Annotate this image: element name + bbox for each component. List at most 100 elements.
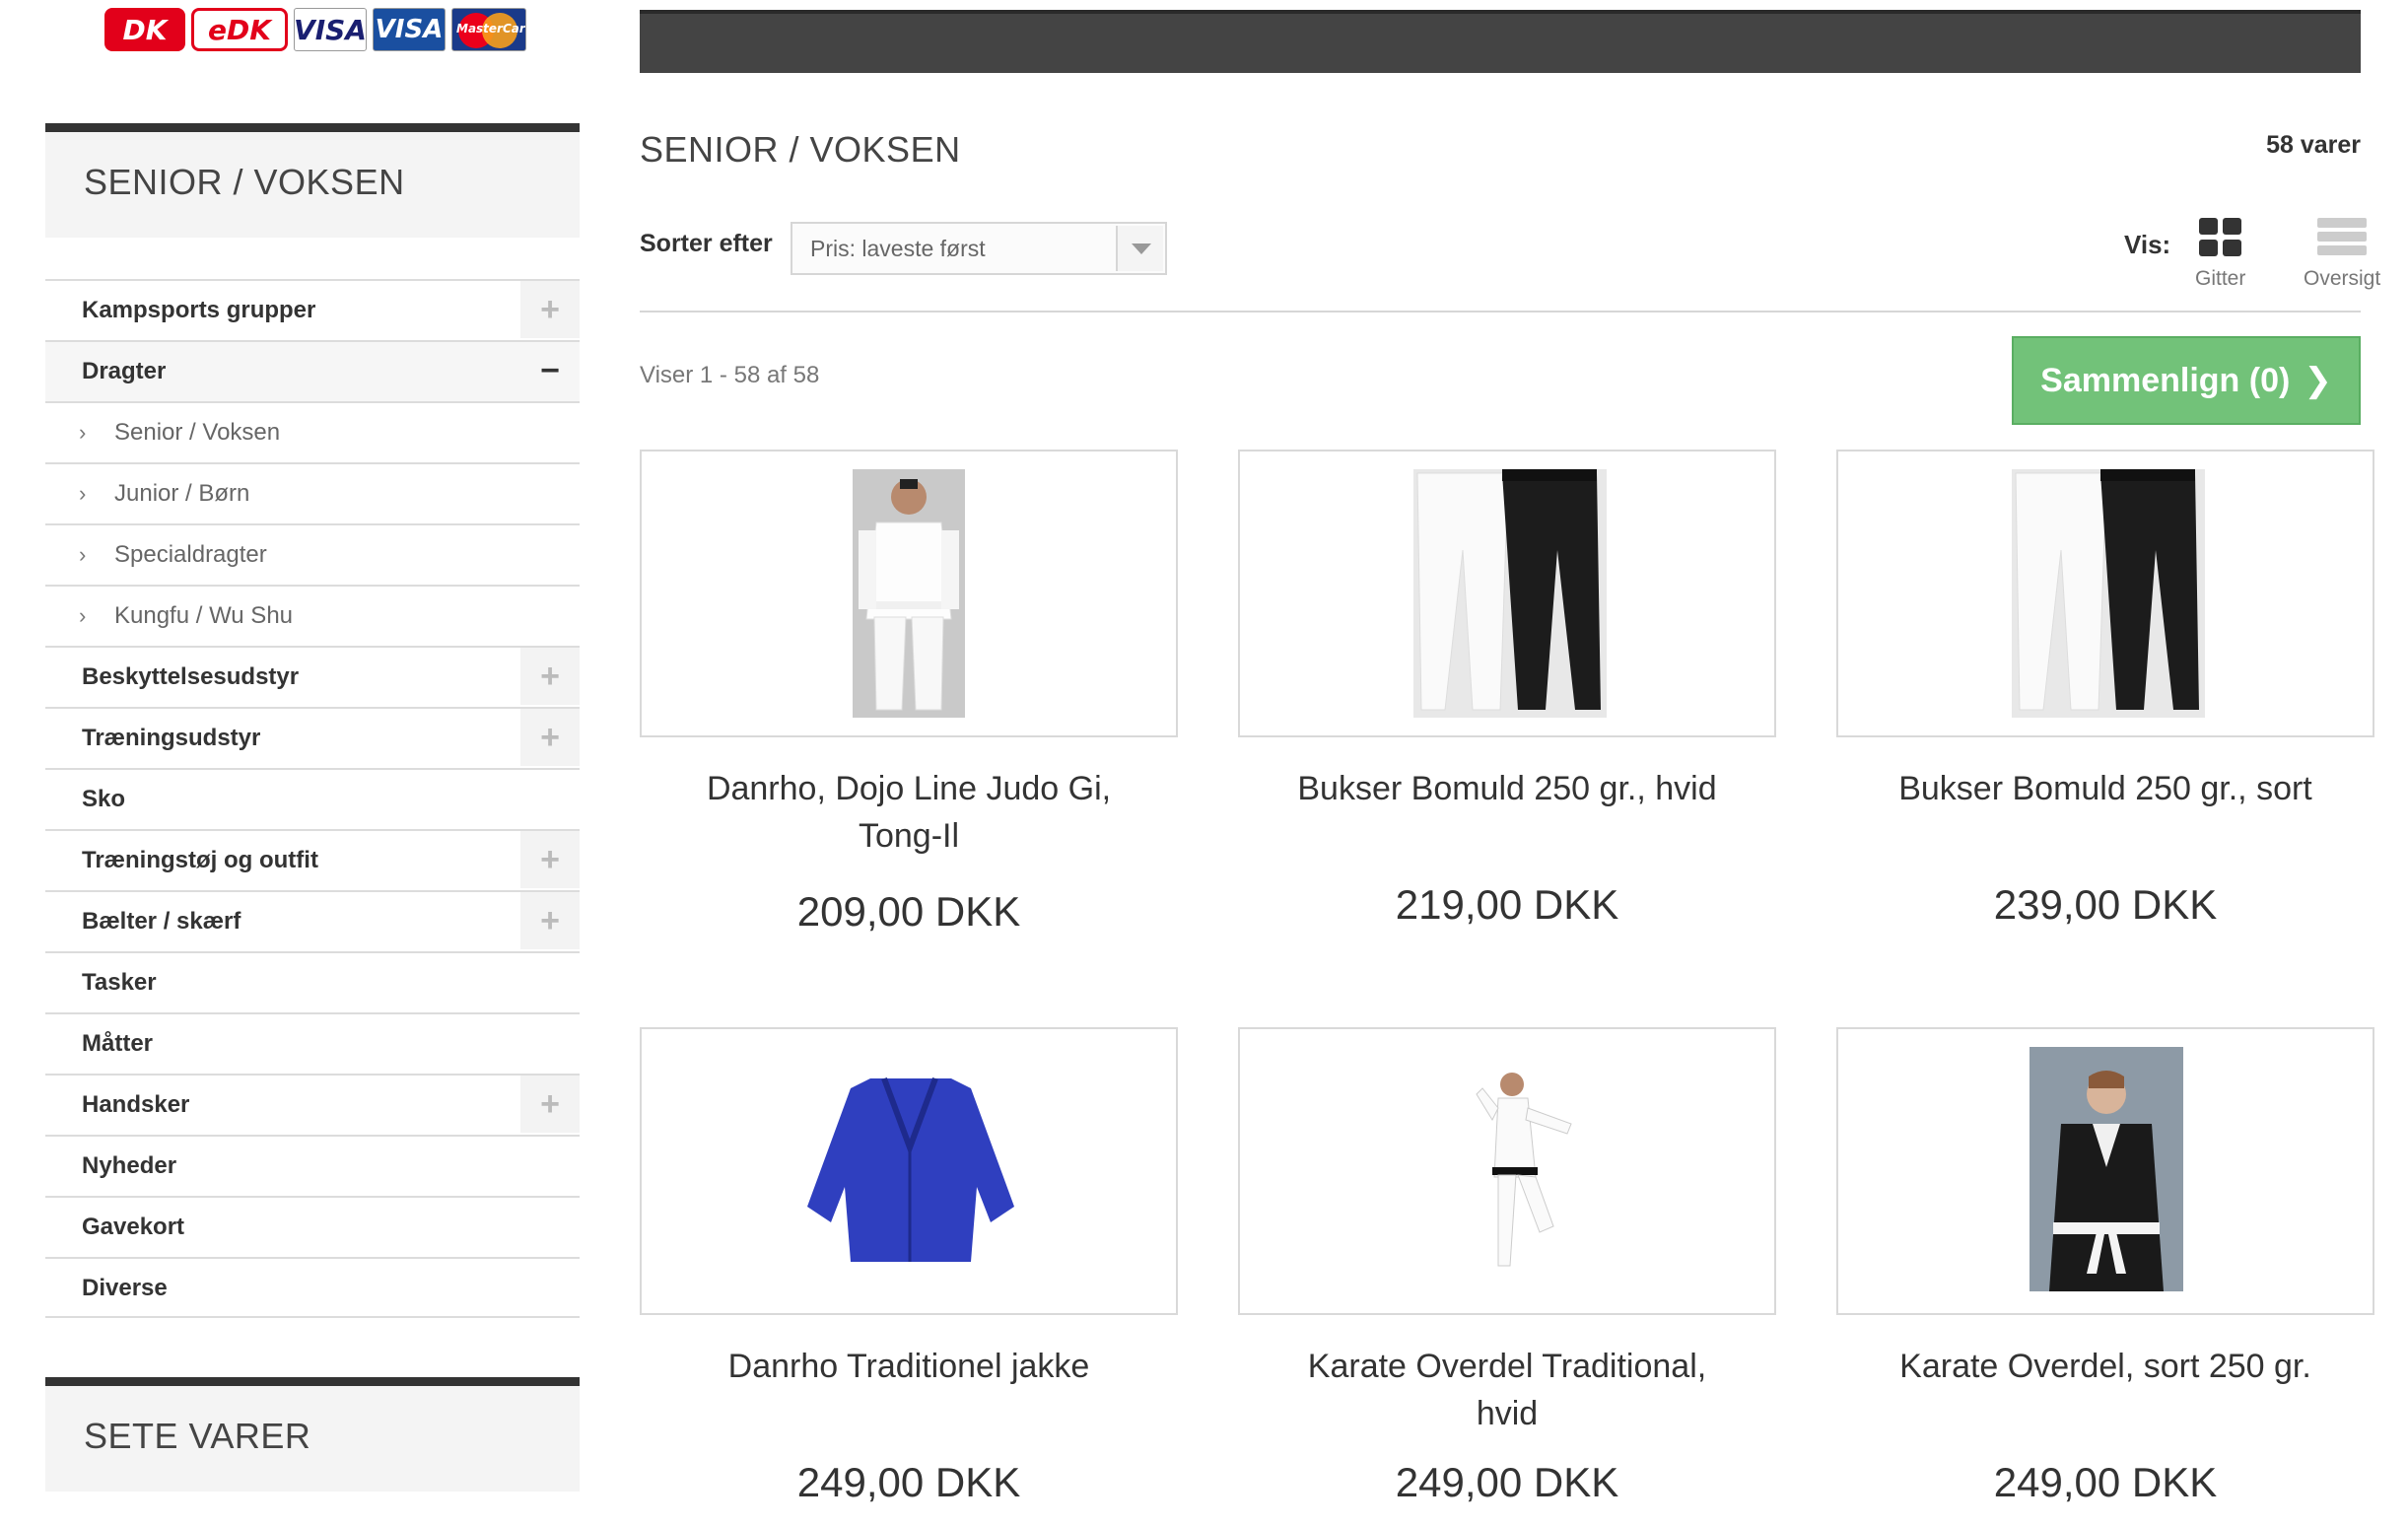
- view-grid-button[interactable]: Gitter: [2195, 218, 2245, 291]
- product-name[interactable]: Karate Overdel Traditional, hvid: [1238, 1343, 1776, 1437]
- category-label: Senior / Voksen: [114, 419, 281, 446]
- category-label: Bælter / skærf: [82, 908, 241, 935]
- visa-electron-logo: VISA: [373, 8, 446, 51]
- category-label: Dragter: [82, 358, 167, 384]
- product-price: 249,00 DKK: [1993, 1459, 2218, 1505]
- category-label: Træningstøj og outfit: [82, 847, 318, 873]
- product-card[interactable]: Bukser Bomuld 250 gr., hvid 219,00 DKK: [1238, 450, 1776, 928]
- category-label: Nyheder: [82, 1152, 177, 1179]
- category-item[interactable]: Måtter: [45, 1012, 580, 1074]
- category-label: Diverse: [82, 1275, 168, 1301]
- category-item[interactable]: Bælter / skærf +: [45, 890, 580, 951]
- category-item[interactable]: Nyheder: [45, 1135, 580, 1196]
- category-item[interactable]: Tasker: [45, 951, 580, 1012]
- category-item[interactable]: Handsker +: [45, 1074, 580, 1135]
- subcategory-item[interactable]: › Junior / Børn: [45, 462, 580, 523]
- expand-icon[interactable]: +: [520, 831, 580, 888]
- product-image[interactable]: [1836, 450, 2374, 737]
- sort-select[interactable]: Pris: laveste først: [791, 222, 1167, 275]
- product-name[interactable]: Bukser Bomuld 250 gr., hvid: [1238, 765, 1776, 812]
- blue-jacket-image: [807, 1076, 1014, 1262]
- product-card[interactable]: Danrho Traditionel jakke 249,00 DKK: [640, 1027, 1178, 1505]
- category-label: Specialdragter: [114, 541, 267, 568]
- chevron-right-icon: ❯: [2304, 362, 2332, 399]
- product-image[interactable]: [640, 1027, 1178, 1315]
- product-name[interactable]: Karate Overdel, sort 250 gr.: [1836, 1343, 2374, 1390]
- edankort-text: eDK: [208, 13, 271, 46]
- visa-text: VISA: [294, 13, 367, 46]
- expand-icon[interactable]: +: [520, 648, 580, 705]
- category-label: Sko: [82, 786, 126, 812]
- karate-kick-image: [1476, 1073, 1572, 1267]
- category-item[interactable]: Kampsports grupper +: [45, 279, 580, 340]
- product-price: 249,00 DKK: [796, 1459, 1021, 1505]
- view-list-label: Oversigt: [2304, 267, 2381, 290]
- dankort-text: DK: [122, 13, 168, 46]
- product-image[interactable]: [1238, 1027, 1776, 1315]
- view-grid-label: Gitter: [2195, 267, 2246, 290]
- category-label: Træningsudstyr: [82, 725, 261, 751]
- product-card[interactable]: Bukser Bomuld 250 gr., sort 239,00 DKK: [1836, 450, 2374, 928]
- category-label: Junior / Børn: [114, 480, 250, 507]
- payment-logos: DK eDK VISA VISA MasterCard: [104, 8, 526, 53]
- sort-selected-value: Pris: laveste først: [810, 236, 986, 261]
- chevron-right-icon: ›: [79, 603, 87, 628]
- viewed-products-title: SETE VARER: [45, 1377, 580, 1492]
- chevron-right-icon: ›: [79, 420, 87, 445]
- mastercard-text: MasterCard: [456, 22, 526, 35]
- results-summary: Viser 1 - 58 af 58: [640, 362, 820, 388]
- product-count: 58 varer: [2266, 131, 2361, 159]
- chevron-right-icon: ›: [79, 481, 87, 506]
- category-item[interactable]: Diverse: [45, 1257, 580, 1318]
- product-image[interactable]: [640, 450, 1178, 737]
- collapse-icon[interactable]: −: [520, 342, 580, 399]
- page-title: SENIOR / VOKSEN: [640, 129, 961, 170]
- view-list-button[interactable]: Oversigt: [2304, 218, 2380, 291]
- category-item[interactable]: Beskyttelsesudstyr +: [45, 646, 580, 707]
- black-karate-gi-image: [2030, 1047, 2183, 1291]
- divider: [640, 311, 2361, 312]
- category-label: Beskyttelsesudstyr: [82, 663, 300, 690]
- subcategory-item[interactable]: › Senior / Voksen: [45, 401, 580, 462]
- category-item[interactable]: Træningstøj og outfit +: [45, 829, 580, 890]
- chevron-right-icon: ›: [79, 542, 87, 567]
- category-item[interactable]: Træningsudstyr +: [45, 707, 580, 768]
- expand-icon[interactable]: +: [520, 281, 580, 338]
- category-item[interactable]: Sko: [45, 768, 580, 829]
- product-card[interactable]: Karate Overdel Traditional, hvid 249,00 …: [1238, 1027, 1776, 1505]
- list-icon: [2317, 218, 2368, 257]
- visa-electron-text: VISA: [375, 15, 444, 44]
- expand-icon[interactable]: +: [520, 709, 580, 766]
- compare-button[interactable]: Sammenlign (0) ❯: [2012, 336, 2361, 425]
- expand-icon[interactable]: +: [520, 1076, 580, 1133]
- chevron-down-icon[interactable]: [1116, 226, 1163, 271]
- product-price: 249,00 DKK: [1395, 1459, 1619, 1505]
- view-label: Vis:: [2124, 230, 2171, 259]
- compare-label: Sammenlign (0): [2040, 362, 2291, 399]
- category-label: Handsker: [82, 1091, 190, 1118]
- product-name[interactable]: Danrho Traditionel jakke: [640, 1343, 1178, 1390]
- sidebar-title: SENIOR / VOKSEN: [45, 123, 580, 238]
- product-image[interactable]: [1238, 450, 1776, 737]
- judo-gi-image: [853, 469, 965, 718]
- sort-label: Sorter efter: [640, 230, 773, 257]
- product-card[interactable]: Karate Overdel, sort 250 gr. 249,00 DKK: [1836, 1027, 2374, 1505]
- product-price: 239,00 DKK: [1993, 881, 2218, 928]
- category-item[interactable]: Gavekort: [45, 1196, 580, 1257]
- category-label: Tasker: [82, 969, 157, 996]
- category-label: Kungfu / Wu Shu: [114, 602, 294, 629]
- product-name[interactable]: Danrho, Dojo Line Judo Gi, Tong-Il: [640, 765, 1178, 860]
- product-price: 209,00 DKK: [796, 888, 1021, 935]
- category-item[interactable]: Dragter −: [45, 340, 580, 401]
- top-navigation-bar: [640, 10, 2361, 73]
- product-image[interactable]: [1836, 1027, 2374, 1315]
- expand-icon[interactable]: +: [520, 892, 580, 949]
- product-name[interactable]: Bukser Bomuld 250 gr., sort: [1836, 765, 2374, 812]
- category-list: Kampsports grupper + Dragter − › Senior / V…: [45, 279, 580, 1318]
- subcategory-item[interactable]: › Kungfu / Wu Shu: [45, 585, 580, 646]
- product-card[interactable]: Danrho, Dojo Line Judo Gi, Tong-Il 209,0…: [640, 450, 1178, 935]
- sidebar: SENIOR / VOKSEN Kampsports grupper + Drag…: [45, 123, 580, 1492]
- product-price: 219,00 DKK: [1395, 881, 1619, 928]
- subcategory-item[interactable]: › Specialdragter: [45, 523, 580, 585]
- visa-logo: VISA: [294, 8, 367, 51]
